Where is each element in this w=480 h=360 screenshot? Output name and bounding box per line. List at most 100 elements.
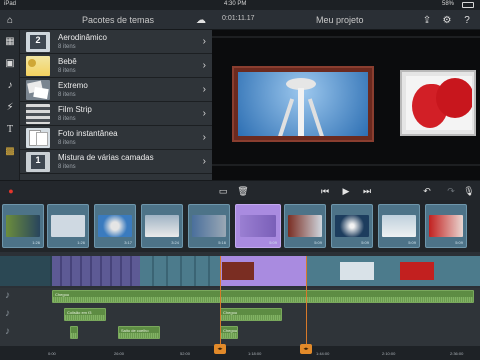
clip-duration: 1:26 — [32, 240, 40, 245]
storyboard-clip[interactable]: 1:26 — [2, 204, 44, 248]
audio-clip[interactable]: Chegou — [220, 326, 238, 339]
theme-item[interactable]: 2 Aerodinâmico 8 itens › — [20, 30, 212, 54]
theme-count: 8 itens — [58, 164, 76, 170]
clip-duration: 5:16 — [218, 240, 226, 245]
status-bar: iPad 4:30 PM 58% — [0, 0, 480, 10]
ruler-tick: 0:00 — [48, 351, 56, 356]
clip-thumbnail — [382, 215, 416, 237]
playback-controls: ● ▭ 🗑 ⏮ ▶ ⏭ ↶ ↷ 🎙 — [0, 180, 480, 200]
clip-thumbnail — [222, 262, 254, 280]
storyboard-clip[interactable]: 3:17 — [94, 204, 136, 248]
theme-thumbnail — [26, 80, 50, 100]
undo-icon[interactable]: ↶ — [420, 185, 434, 197]
music-note-icon: ♪ — [5, 308, 10, 319]
audio-clip[interactable]: Salto de coelho — [118, 326, 160, 339]
theme-name: Extremo — [58, 81, 88, 90]
theme-thumbnail — [26, 104, 50, 124]
video-editor: iPad 4:30 PM 58% ⌂ Pacotes de temas ☁ 0:… — [0, 0, 480, 360]
ruler-tick: 2:36:00 — [450, 351, 464, 356]
help-icon[interactable]: ? — [460, 13, 474, 27]
chevron-right-icon: › — [202, 60, 206, 71]
ruler-tick: 1:44:00 — [316, 351, 330, 356]
video-segment[interactable] — [52, 256, 140, 286]
video-segment[interactable] — [140, 256, 220, 286]
theme-item[interactable]: Extremo 8 itens › — [20, 78, 212, 102]
trim-handle-start[interactable]: ◂▸ — [214, 344, 226, 354]
settings-icon[interactable]: ⚙ — [440, 13, 454, 27]
title-icon[interactable]: T — [3, 122, 17, 136]
audio-clip[interactable]: Chegou — [220, 308, 282, 321]
timeline-ruler[interactable]: 0:00 26:00 52:00 1:18:00 1:44:00 2:10:00… — [0, 346, 480, 360]
project-title: Meu projeto — [316, 15, 364, 25]
theme-item[interactable]: 1 Mistura de várias camadas 8 itens › — [20, 150, 212, 174]
audio-tracks: ♪ ♪ ♪ Chegou Colisão em f3 Chegou Salto … — [0, 288, 480, 346]
music-icon[interactable]: ♪ — [3, 78, 17, 92]
storyboard-clip[interactable]: 3:24 — [141, 204, 183, 248]
clip-thumbnail — [288, 215, 322, 237]
clip-thumbnail — [335, 215, 369, 237]
theme-item[interactable]: Bebê 8 itens › — [20, 54, 212, 78]
ruler-tick: 1:18:00 — [248, 351, 262, 356]
clip-thumbnail — [192, 215, 226, 237]
storyboard-clip[interactable]: 5:09 — [284, 204, 326, 248]
ruler-tick: 26:00 — [114, 351, 125, 356]
video-segment-selected[interactable] — [220, 256, 306, 286]
storyboard-clip-selected[interactable]: 5:09 — [235, 204, 281, 248]
panel-title: Pacotes de temas — [82, 15, 155, 25]
device-label: iPad — [4, 1, 17, 7]
microphone-icon[interactable]: 🎙 — [462, 185, 476, 197]
chevron-right-icon: › — [202, 84, 206, 95]
storyboard-clip[interactable]: 5:09 — [331, 204, 373, 248]
theme-name: Foto instantânea — [58, 129, 118, 138]
clip-duration: 3:24 — [171, 240, 179, 245]
music-note-icon: ♪ — [5, 326, 10, 337]
theme-item[interactable]: Film Strip 8 itens › — [20, 102, 212, 126]
home-icon[interactable]: ⌂ — [3, 13, 17, 27]
skip-back-icon[interactable]: ⏮ — [318, 185, 332, 197]
clip-thumbnail — [429, 215, 463, 237]
ruler-tick: 52:00 — [180, 351, 191, 356]
clip-thumbnail — [240, 215, 276, 237]
play-icon[interactable]: ▶ — [339, 185, 353, 197]
video-icon[interactable]: ▦ — [3, 34, 17, 48]
audio-clip[interactable] — [70, 326, 78, 339]
video-segment[interactable] — [0, 256, 50, 286]
storyboard-clip[interactable]: 5:16 — [188, 204, 230, 248]
storyboard-clip[interactable]: 1:26 — [47, 204, 89, 248]
themes-icon[interactable]: ▩ — [3, 144, 17, 158]
clip-duration: 3:17 — [124, 240, 132, 245]
theme-count: 8 itens — [58, 44, 76, 50]
video-track — [0, 256, 480, 286]
trim-handle-end[interactable]: ◂▸ — [300, 344, 312, 354]
share-icon[interactable]: ⇪ — [420, 13, 434, 27]
top-toolbar: ⌂ Pacotes de temas ☁ 0:01:11.17 Meu proj… — [0, 10, 480, 30]
audio-clip[interactable]: Colisão em f3 — [64, 308, 106, 321]
preview-main-frame — [232, 66, 374, 142]
theme-count: 8 itens — [58, 116, 76, 122]
skip-forward-icon[interactable]: ⏭ — [360, 185, 374, 197]
record-icon[interactable]: ● — [4, 185, 18, 197]
storyboard-clip[interactable]: 5:09 — [378, 204, 420, 248]
theme-count: 8 itens — [58, 68, 76, 74]
trash-icon[interactable]: 🗑 — [236, 185, 250, 197]
chevron-right-icon: › — [202, 132, 206, 143]
theme-thumbnail: 1 — [26, 152, 50, 172]
media-tools-sidebar: ▦ ▣ ♪ ⚡ T ▩ — [0, 30, 20, 180]
theme-item[interactable]: Foto instantânea 8 itens › — [20, 126, 212, 150]
video-segment[interactable] — [306, 256, 480, 286]
video-preview[interactable] — [212, 30, 480, 180]
photo-icon[interactable]: ▣ — [3, 56, 17, 70]
storyboard-clip[interactable]: 5:09 — [425, 204, 467, 248]
theme-name: Bebê — [58, 57, 77, 66]
preview-next-frame — [400, 70, 476, 136]
chevron-right-icon: › — [202, 36, 206, 47]
audio-clip[interactable]: Chegou — [52, 290, 474, 303]
theme-thumbnail — [26, 128, 50, 148]
transitions-icon[interactable]: ⚡ — [3, 100, 17, 114]
clock: 4:30 PM — [224, 1, 247, 7]
audio-brain-icon[interactable]: ☁ — [194, 13, 208, 27]
theme-name: Mistura de várias camadas — [58, 153, 154, 162]
media-library-icon[interactable]: ▭ — [216, 185, 230, 197]
music-note-icon: ♪ — [5, 290, 10, 301]
ruler-tick: 2:10:00 — [382, 351, 396, 356]
